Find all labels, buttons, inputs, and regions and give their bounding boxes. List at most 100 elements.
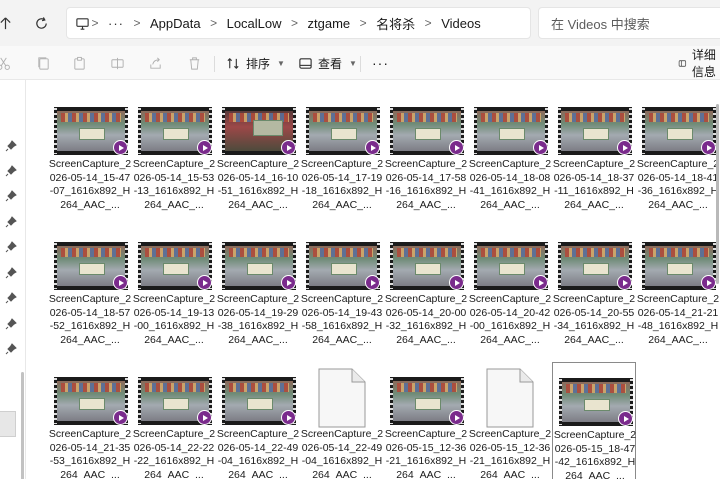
file-item[interactable]: ScreenCapture_2026-05-14_17-58-16_1616x8… [384,92,468,222]
file-item[interactable]: ScreenCapture_2026-05-14_19-13-00_1616x8… [132,227,216,357]
share-button[interactable] [146,54,164,72]
breadcrumb-separator: > [424,16,432,30]
breadcrumb[interactable]: > ··· > AppData > LocalLow > ztgame > 名将… [66,7,531,39]
file-item[interactable]: ScreenCapture_2026-05-14_22-22-22_1616x8… [132,362,216,479]
video-play-icon [617,275,632,290]
copy-icon [37,56,49,70]
file-item[interactable]: ScreenCapture_2026-05-14_19-29-38_1616x8… [216,227,300,357]
file-item[interactable]: ScreenCapture_2026-05-14_18-57-52_1616x8… [48,227,132,357]
breadcrumb-separator: > [210,16,218,30]
pin-icon[interactable] [5,292,17,304]
file-item[interactable]: ScreenCapture_2026-05-14_15-47-07_1616x8… [48,92,132,222]
file-name: ScreenCapture_2026-05-14_18-37-11_1616x8… [552,158,636,211]
sort-button[interactable]: 排序 ▼ [226,51,285,75]
file-name: ScreenCapture_2026-05-14_18-08-41_1616x8… [468,158,552,211]
file-item[interactable]: ScreenCapture_2026-05-14_20-00-32_1616x8… [384,227,468,357]
navigation-scrollbar[interactable] [21,372,24,479]
video-play-icon [281,410,296,425]
file-name: ScreenCapture_2026-05-14_17-19-18_1616x8… [300,158,384,211]
file-name: ScreenCapture_2026-05-14_16-10-51_1616x8… [216,158,300,211]
file-item[interactable]: ScreenCapture_2026-05-14_21-35-53_1616x8… [48,362,132,479]
navigation-selected-item[interactable] [0,411,16,437]
refresh-button[interactable] [26,8,56,38]
pin-icon[interactable] [5,190,17,202]
file-grid: ScreenCapture_2026-05-14_15-47-07_1616x8… [26,80,720,479]
video-play-icon [701,275,716,290]
file-item[interactable]: ScreenCapture_2026-05-14_15-53-13_1616x8… [132,92,216,222]
file-name: ScreenCapture_2026-05-14_20-42-00_1616x8… [468,293,552,346]
file-item[interactable]: ScreenCapture_2026-05-14_20-55-34_1616x8… [552,227,636,357]
this-pc-icon[interactable] [75,16,90,31]
up-arrow-icon [0,16,11,29]
video-play-icon [449,410,464,425]
file-item[interactable]: ScreenCapture_2026-05-14_18-08-41_1616x8… [468,92,552,222]
breadcrumb-videos[interactable]: Videos [433,16,489,31]
delete-icon [189,56,199,70]
file-name: ScreenCapture_2026-05-15_12-36-21_1616x8… [468,428,552,479]
video-play-icon [197,410,212,425]
pin-icon[interactable] [5,216,17,228]
file-name: ScreenCapture_2026-05-15_12-36-21_1616x8… [384,428,468,479]
cut-icon [0,57,10,70]
file-item[interactable]: ScreenCapture_2026-05-14_22-49-04_1616x8… [216,362,300,479]
file-item[interactable]: ScreenCapture_2026-05-14_22-49-04_1616x8… [300,362,384,479]
details-icon [678,59,687,67]
video-play-icon [449,140,464,155]
file-item[interactable]: ScreenCapture_2026-05-14_18-37-11_1616x8… [552,92,636,222]
file-item[interactable]: ScreenCapture_2026-05-15_18-47-42_1616x8… [552,362,636,479]
file-item[interactable]: ScreenCapture_2026-05-14_19-43-58_1616x8… [300,227,384,357]
pin-icon[interactable] [5,241,17,253]
up-button[interactable] [0,8,20,38]
breadcrumb-overflow-button[interactable]: ··· [100,16,132,31]
details-button[interactable]: 详细信息 [678,48,720,79]
file-name: ScreenCapture_2026-05-14_18-57-52_1616x8… [48,293,132,346]
delete-button[interactable] [185,54,203,72]
chevron-down-icon: ▼ [277,58,285,68]
pin-icon[interactable] [5,267,17,279]
file-item[interactable]: ScreenCapture_2026-05-14_16-10-51_1616x8… [216,92,300,222]
navigation-pane [0,80,26,479]
file-icon [318,368,366,428]
cut-button[interactable] [0,54,12,72]
breadcrumb-appdata[interactable]: AppData [142,16,209,31]
breadcrumb-locallow[interactable]: LocalLow [219,16,290,31]
pin-icon[interactable] [5,140,17,152]
file-name: ScreenCapture_2026-05-15_18-47-42_1616x8… [553,429,637,479]
file-name: ScreenCapture_2026-05-14_20-55-34_1616x8… [552,293,636,346]
video-play-icon [113,140,128,155]
file-item[interactable]: ScreenCapture_2026-05-15_12-36-21_1616x8… [468,362,552,479]
copy-button[interactable] [34,54,52,72]
rename-button[interactable] [108,54,126,72]
file-name: ScreenCapture_2026-05-14_21-35-53_1616x8… [48,428,132,479]
view-icon [299,57,312,69]
file-item[interactable]: ScreenCapture_2026-05-14_18-41-36_1616x8… [636,92,720,222]
video-play-icon [281,140,296,155]
pin-icon[interactable] [5,343,17,355]
file-name: ScreenCapture_2026-05-14_15-53-13_1616x8… [132,158,216,211]
file-name: ScreenCapture_2026-05-14_18-41-36_1616x8… [636,158,720,211]
share-icon [149,57,161,69]
breadcrumb-separator: > [133,16,141,30]
video-play-icon [617,140,632,155]
file-item[interactable]: ScreenCapture_2026-05-14_21-21-48_1616x8… [636,227,720,357]
paste-button[interactable] [70,54,88,72]
file-item[interactable]: ScreenCapture_2026-05-15_12-36-21_1616x8… [384,362,468,479]
file-item[interactable]: ScreenCapture_2026-05-14_20-42-00_1616x8… [468,227,552,357]
paste-icon [73,56,85,70]
video-play-icon [533,140,548,155]
pin-icon[interactable] [5,318,17,330]
content-scrollbar[interactable] [716,104,719,284]
breadcrumb-separator: > [91,16,99,30]
pin-icon[interactable] [5,165,17,177]
file-icon [486,368,534,428]
file-name: ScreenCapture_2026-05-14_22-49-04_1616x8… [216,428,300,479]
see-more-button[interactable]: ··· [372,51,389,75]
view-button[interactable]: 查看 ▼ [298,51,357,75]
breadcrumb-game-folder[interactable]: 名将杀 [368,14,423,33]
breadcrumb-ztgame[interactable]: ztgame [300,16,359,31]
search-input[interactable]: 在 Videos 中搜索 [538,7,720,39]
file-item[interactable]: ScreenCapture_2026-05-14_17-19-18_1616x8… [300,92,384,222]
video-play-icon [365,275,380,290]
file-name: ScreenCapture_2026-05-14_15-47-07_1616x8… [48,158,132,211]
video-play-icon [197,140,212,155]
